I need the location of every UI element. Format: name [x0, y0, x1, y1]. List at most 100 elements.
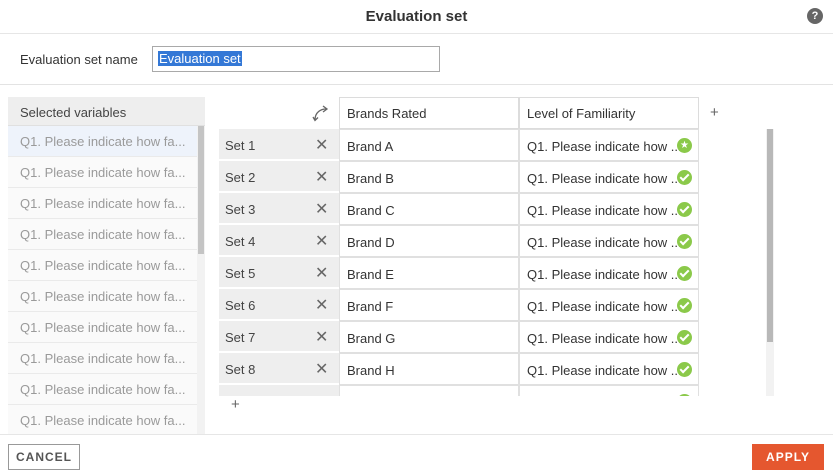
apply-button[interactable]: APPLY: [752, 444, 824, 470]
familiarity-text: Q1. Please indicate how ...: [527, 363, 682, 378]
grid-row: Set 4 ✕ Brand D Q1. Please indicate how ...: [219, 225, 699, 257]
set-label-cell[interactable]: Set 6 ✕: [219, 289, 339, 321]
grid-row: Set 8 ✕ Brand H Q1. Please indicate how ...: [219, 353, 699, 385]
familiarity-text: Q1. Please indicate how ...: [527, 267, 682, 282]
set-label: Set 4: [225, 234, 256, 249]
dialog-footer: CANCEL APPLY: [0, 434, 833, 475]
swap-axes-icon[interactable]: [312, 105, 330, 123]
set-label-cell[interactable]: Set 7 ✕: [219, 321, 339, 353]
familiarity-cell[interactable]: Q1. Please indicate how ...: [519, 289, 699, 321]
brand-cell[interactable]: Brand C: [339, 193, 519, 225]
set-label-cell[interactable]: Set 5 ✕: [219, 257, 339, 289]
familiarity-text: Q1. Please indicate how ...: [527, 139, 682, 154]
column-header-level-of-familiarity[interactable]: Level of Familiarity: [519, 97, 699, 129]
check-circle-icon: [677, 394, 692, 396]
grid-row: Set 2 ✕ Brand B Q1. Please indicate how ...: [219, 161, 699, 193]
help-icon[interactable]: ?: [807, 8, 823, 24]
variables-scrollbar[interactable]: [197, 126, 205, 434]
familiarity-cell[interactable]: Q1. Please indicate how ...: [519, 193, 699, 225]
remove-set-icon[interactable]: ✕: [315, 295, 328, 315]
variable-item[interactable]: Q1. Please indicate how fa...: [8, 312, 198, 343]
familiarity-text: Q1. Please indicate how ...: [527, 331, 682, 346]
variable-item[interactable]: Q1. Please indicate how fa...: [8, 281, 198, 312]
familiarity-cell[interactable]: Q1. Please indicate how ...: [519, 321, 699, 353]
familiarity-cell[interactable]: Q1. Please indicate how ... ★: [519, 129, 699, 161]
variable-item[interactable]: Q1. Please indicate how fa...: [8, 126, 198, 157]
name-input-value: Evaluation set: [158, 51, 242, 66]
remove-set-icon[interactable]: ✕: [315, 199, 328, 219]
remove-set-icon[interactable]: ✕: [315, 231, 328, 251]
star-badge-icon: ★: [677, 138, 692, 153]
remove-set-icon[interactable]: ✕: [315, 135, 328, 155]
familiarity-text: Q1. Please indicate how ...: [527, 235, 682, 250]
remove-set-icon[interactable]: ✕: [315, 327, 328, 347]
set-label-cell[interactable]: Set 4 ✕: [219, 225, 339, 257]
brand-cell[interactable]: Brand G: [339, 321, 519, 353]
familiarity-cell[interactable]: Q1. Please indicate how ...: [519, 161, 699, 193]
grid-scroll-thumb[interactable]: [767, 129, 773, 342]
brand-cell[interactable]: Brand B: [339, 161, 519, 193]
set-label-cell[interactable]: Set 2 ✕: [219, 161, 339, 193]
name-row: Evaluation set name Evaluation set: [0, 34, 833, 85]
brand-cell[interactable]: Brand A: [339, 129, 519, 161]
grid-row: Set 3 ✕ Brand C Q1. Please indicate how ...: [219, 193, 699, 225]
remove-set-icon[interactable]: ✕: [315, 263, 328, 283]
remove-set-icon[interactable]: ✕: [315, 359, 328, 379]
set-label: Set 6: [225, 298, 256, 313]
set-label: Set 2: [225, 170, 256, 185]
grid-row: Set 6 ✕ Brand F Q1. Please indicate how ...: [219, 289, 699, 321]
check-circle-icon: [677, 298, 692, 313]
selected-variables-panel: Selected variables Q1. Please indicate h…: [8, 97, 205, 434]
check-circle-icon: [677, 170, 692, 185]
set-label: Set 5: [225, 266, 256, 281]
set-label-cell[interactable]: [219, 385, 339, 396]
familiarity-text: Q1. Please indicate how ...: [527, 299, 682, 314]
familiarity-cell[interactable]: Q1. Please indicate how ...: [519, 257, 699, 289]
familiarity-cell[interactable]: Q1. Please indicate how ...: [519, 353, 699, 385]
evaluation-grid: Brands Rated Level of Familiarity + Set …: [219, 97, 779, 396]
grid-row: Set 1 ✕ Brand A Q1. Please indicate how ...…: [219, 129, 699, 161]
remove-set-icon[interactable]: ✕: [315, 167, 328, 187]
grid-row-partial: [219, 385, 699, 396]
variable-item[interactable]: Q1. Please indicate how fa...: [8, 219, 198, 250]
set-label: Set 1: [225, 138, 256, 153]
grid-row: Set 5 ✕ Brand E Q1. Please indicate how ...: [219, 257, 699, 289]
brand-cell[interactable]: Brand H: [339, 353, 519, 385]
variable-item[interactable]: Q1. Please indicate how fa...: [8, 157, 198, 188]
grid-corner: [219, 97, 339, 129]
familiarity-cell[interactable]: [519, 385, 699, 396]
familiarity-text: Q1. Please indicate how ...: [527, 203, 682, 218]
set-label-cell[interactable]: Set 8 ✕: [219, 353, 339, 385]
variable-item[interactable]: Q1. Please indicate how fa...: [8, 188, 198, 219]
brand-cell[interactable]: Brand D: [339, 225, 519, 257]
selected-variables-list: Q1. Please indicate how fa... Q1. Please …: [8, 126, 198, 434]
variable-item[interactable]: Q1. Please indicate how fa...: [8, 374, 198, 405]
add-row-button[interactable]: +: [231, 396, 240, 413]
dialog-title: Evaluation set: [365, 8, 468, 25]
brand-cell[interactable]: [339, 385, 519, 396]
variable-item[interactable]: Q1. Please indicate how fa...: [8, 343, 198, 374]
set-label-cell[interactable]: Set 1 ✕: [219, 129, 339, 161]
brand-cell[interactable]: Brand E: [339, 257, 519, 289]
grid-row: Set 7 ✕ Brand G Q1. Please indicate how ...: [219, 321, 699, 353]
set-label: Set 3: [225, 202, 256, 217]
set-label-cell[interactable]: Set 3 ✕: [219, 193, 339, 225]
evaluation-set-name-input[interactable]: Evaluation set: [152, 46, 440, 72]
variable-item[interactable]: Q1. Please indicate how fa...: [8, 250, 198, 281]
cancel-button[interactable]: CANCEL: [8, 444, 80, 470]
set-label: Set 8: [225, 362, 256, 377]
variable-item[interactable]: Q1. Please indicate how fa...: [8, 405, 198, 434]
brand-cell[interactable]: Brand F: [339, 289, 519, 321]
set-label: Set 7: [225, 330, 256, 345]
variables-scroll-thumb[interactable]: [198, 126, 204, 254]
check-circle-icon: [677, 266, 692, 281]
name-label: Evaluation set name: [20, 52, 138, 67]
check-circle-icon: [677, 330, 692, 345]
column-header-brands-rated[interactable]: Brands Rated: [339, 97, 519, 129]
familiarity-cell[interactable]: Q1. Please indicate how ...: [519, 225, 699, 257]
dialog-titlebar: Evaluation set ?: [0, 0, 833, 34]
selected-variables-header: Selected variables: [8, 97, 205, 126]
grid-scrollbar[interactable]: [766, 129, 774, 396]
familiarity-text: Q1. Please indicate how ...: [527, 171, 682, 186]
add-column-button[interactable]: +: [710, 104, 719, 121]
